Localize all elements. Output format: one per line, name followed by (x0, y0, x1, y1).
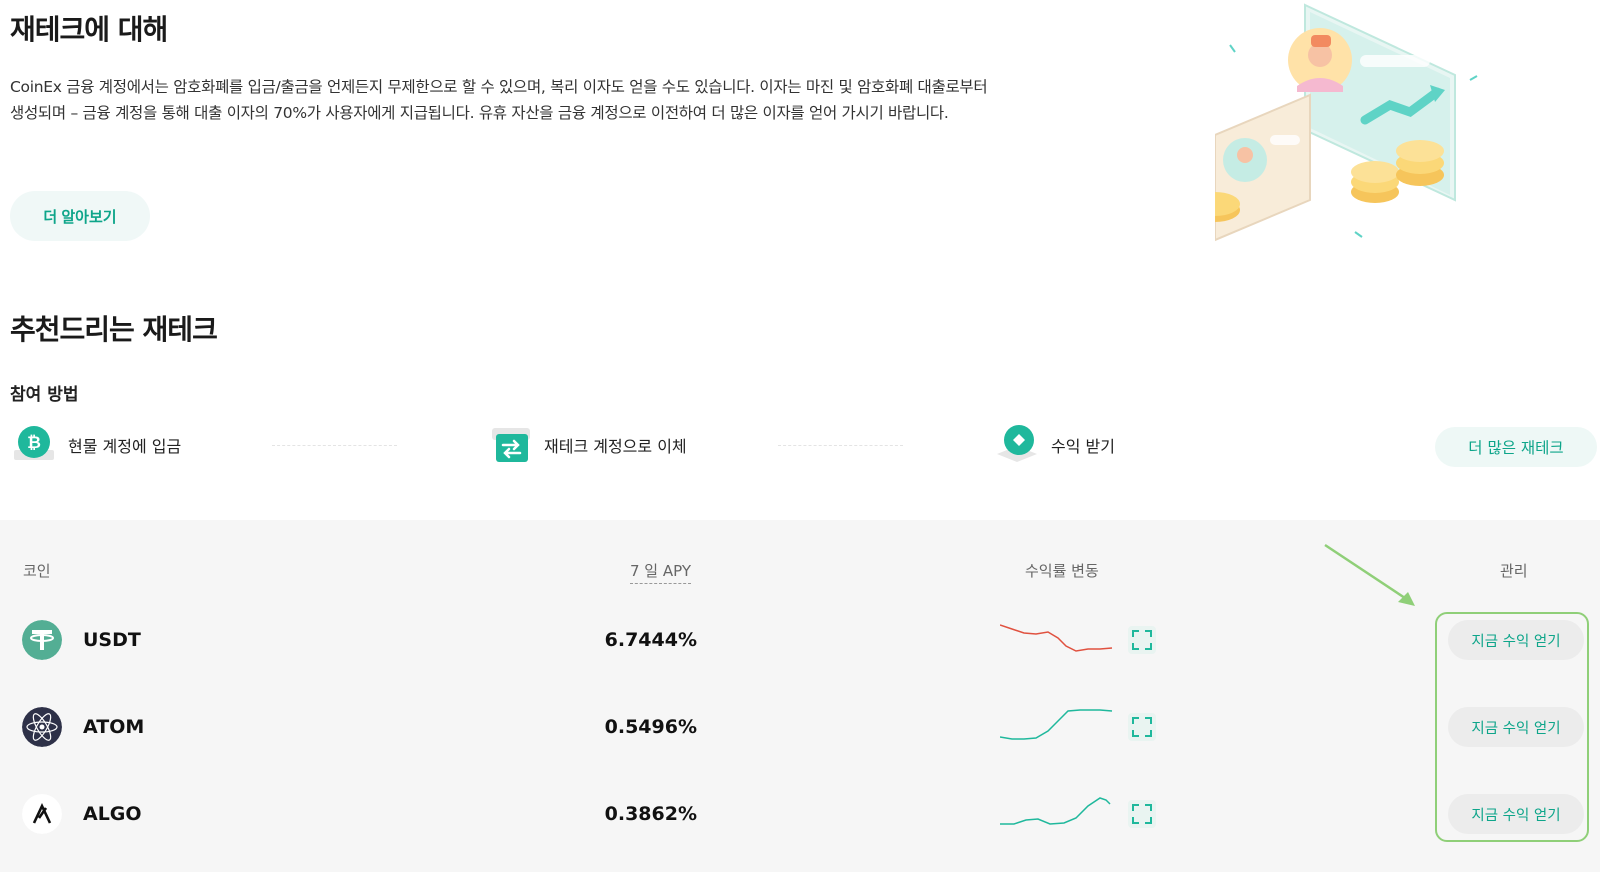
header-manage: 관리 (1500, 562, 1528, 580)
atom-logo-icon (22, 707, 62, 747)
expand-chart-icon[interactable] (1128, 626, 1156, 654)
earn-icon (997, 424, 1039, 466)
coin-name: ATOM (83, 716, 145, 738)
step-transfer-label: 재테크 계정으로 이체 (544, 437, 687, 456)
coin-name: USDT (83, 629, 141, 651)
about-title: 재테크에 대해 (10, 13, 168, 46)
trend-sparkline-up (1000, 797, 1111, 825)
header-trend: 수익률 변동 (1025, 562, 1099, 580)
bitcoin-deposit-icon: ₿ (14, 424, 56, 466)
step-deposit: ₿ 현물 계정에 입금 (14, 423, 181, 467)
trend-sparkline-up (1000, 709, 1113, 740)
usdt-logo-icon (22, 620, 62, 660)
annotation-highlight-box (1435, 612, 1589, 842)
coin-apy: 6.7444% (604, 629, 697, 651)
about-description: CoinEx 금융 계정에서는 암호화폐를 입금/출금을 언제든지 무제한으로 … (10, 78, 988, 122)
learn-more-button[interactable]: 더 알아보기 (10, 191, 150, 241)
annotation-arrow-icon (1324, 543, 1415, 606)
algo-logo-icon (22, 794, 62, 834)
how-to-participate-label: 참여 방법 (10, 385, 79, 405)
coin-name: ALGO (83, 803, 142, 825)
step-deposit-label: 현물 계정에 입금 (68, 437, 182, 456)
table-row: ATOM 0.5496% 지금 수익 얻기 (0, 697, 1600, 757)
header-apy[interactable]: 7 일 APY (630, 560, 692, 584)
step-divider (778, 445, 903, 446)
svg-text:₿: ₿ (27, 433, 41, 453)
expand-chart-icon[interactable] (1128, 800, 1156, 828)
transfer-icon (490, 424, 532, 466)
coin-apy: 0.5496% (604, 716, 697, 738)
header-coin: 코인 (23, 562, 51, 580)
recommend-title: 추천드리는 재테크 (10, 313, 218, 346)
more-finance-button[interactable]: 더 많은 재테크 (1435, 427, 1597, 467)
step-transfer: 재테크 계정으로 이체 (490, 423, 687, 467)
coin-apy: 0.3862% (604, 803, 697, 825)
expand-chart-icon[interactable] (1128, 713, 1156, 741)
step-divider (272, 445, 397, 446)
step-earn-label: 수익 받기 (1051, 437, 1115, 456)
table-row: USDT 6.7444% 지금 수익 얻기 (0, 610, 1600, 670)
trend-sparkline-down (1000, 624, 1113, 652)
step-earn: 수익 받기 (997, 423, 1115, 467)
hero-illustration (1215, 3, 1478, 242)
table-row: ALGO 0.3862% 지금 수익 얻기 (0, 784, 1600, 844)
